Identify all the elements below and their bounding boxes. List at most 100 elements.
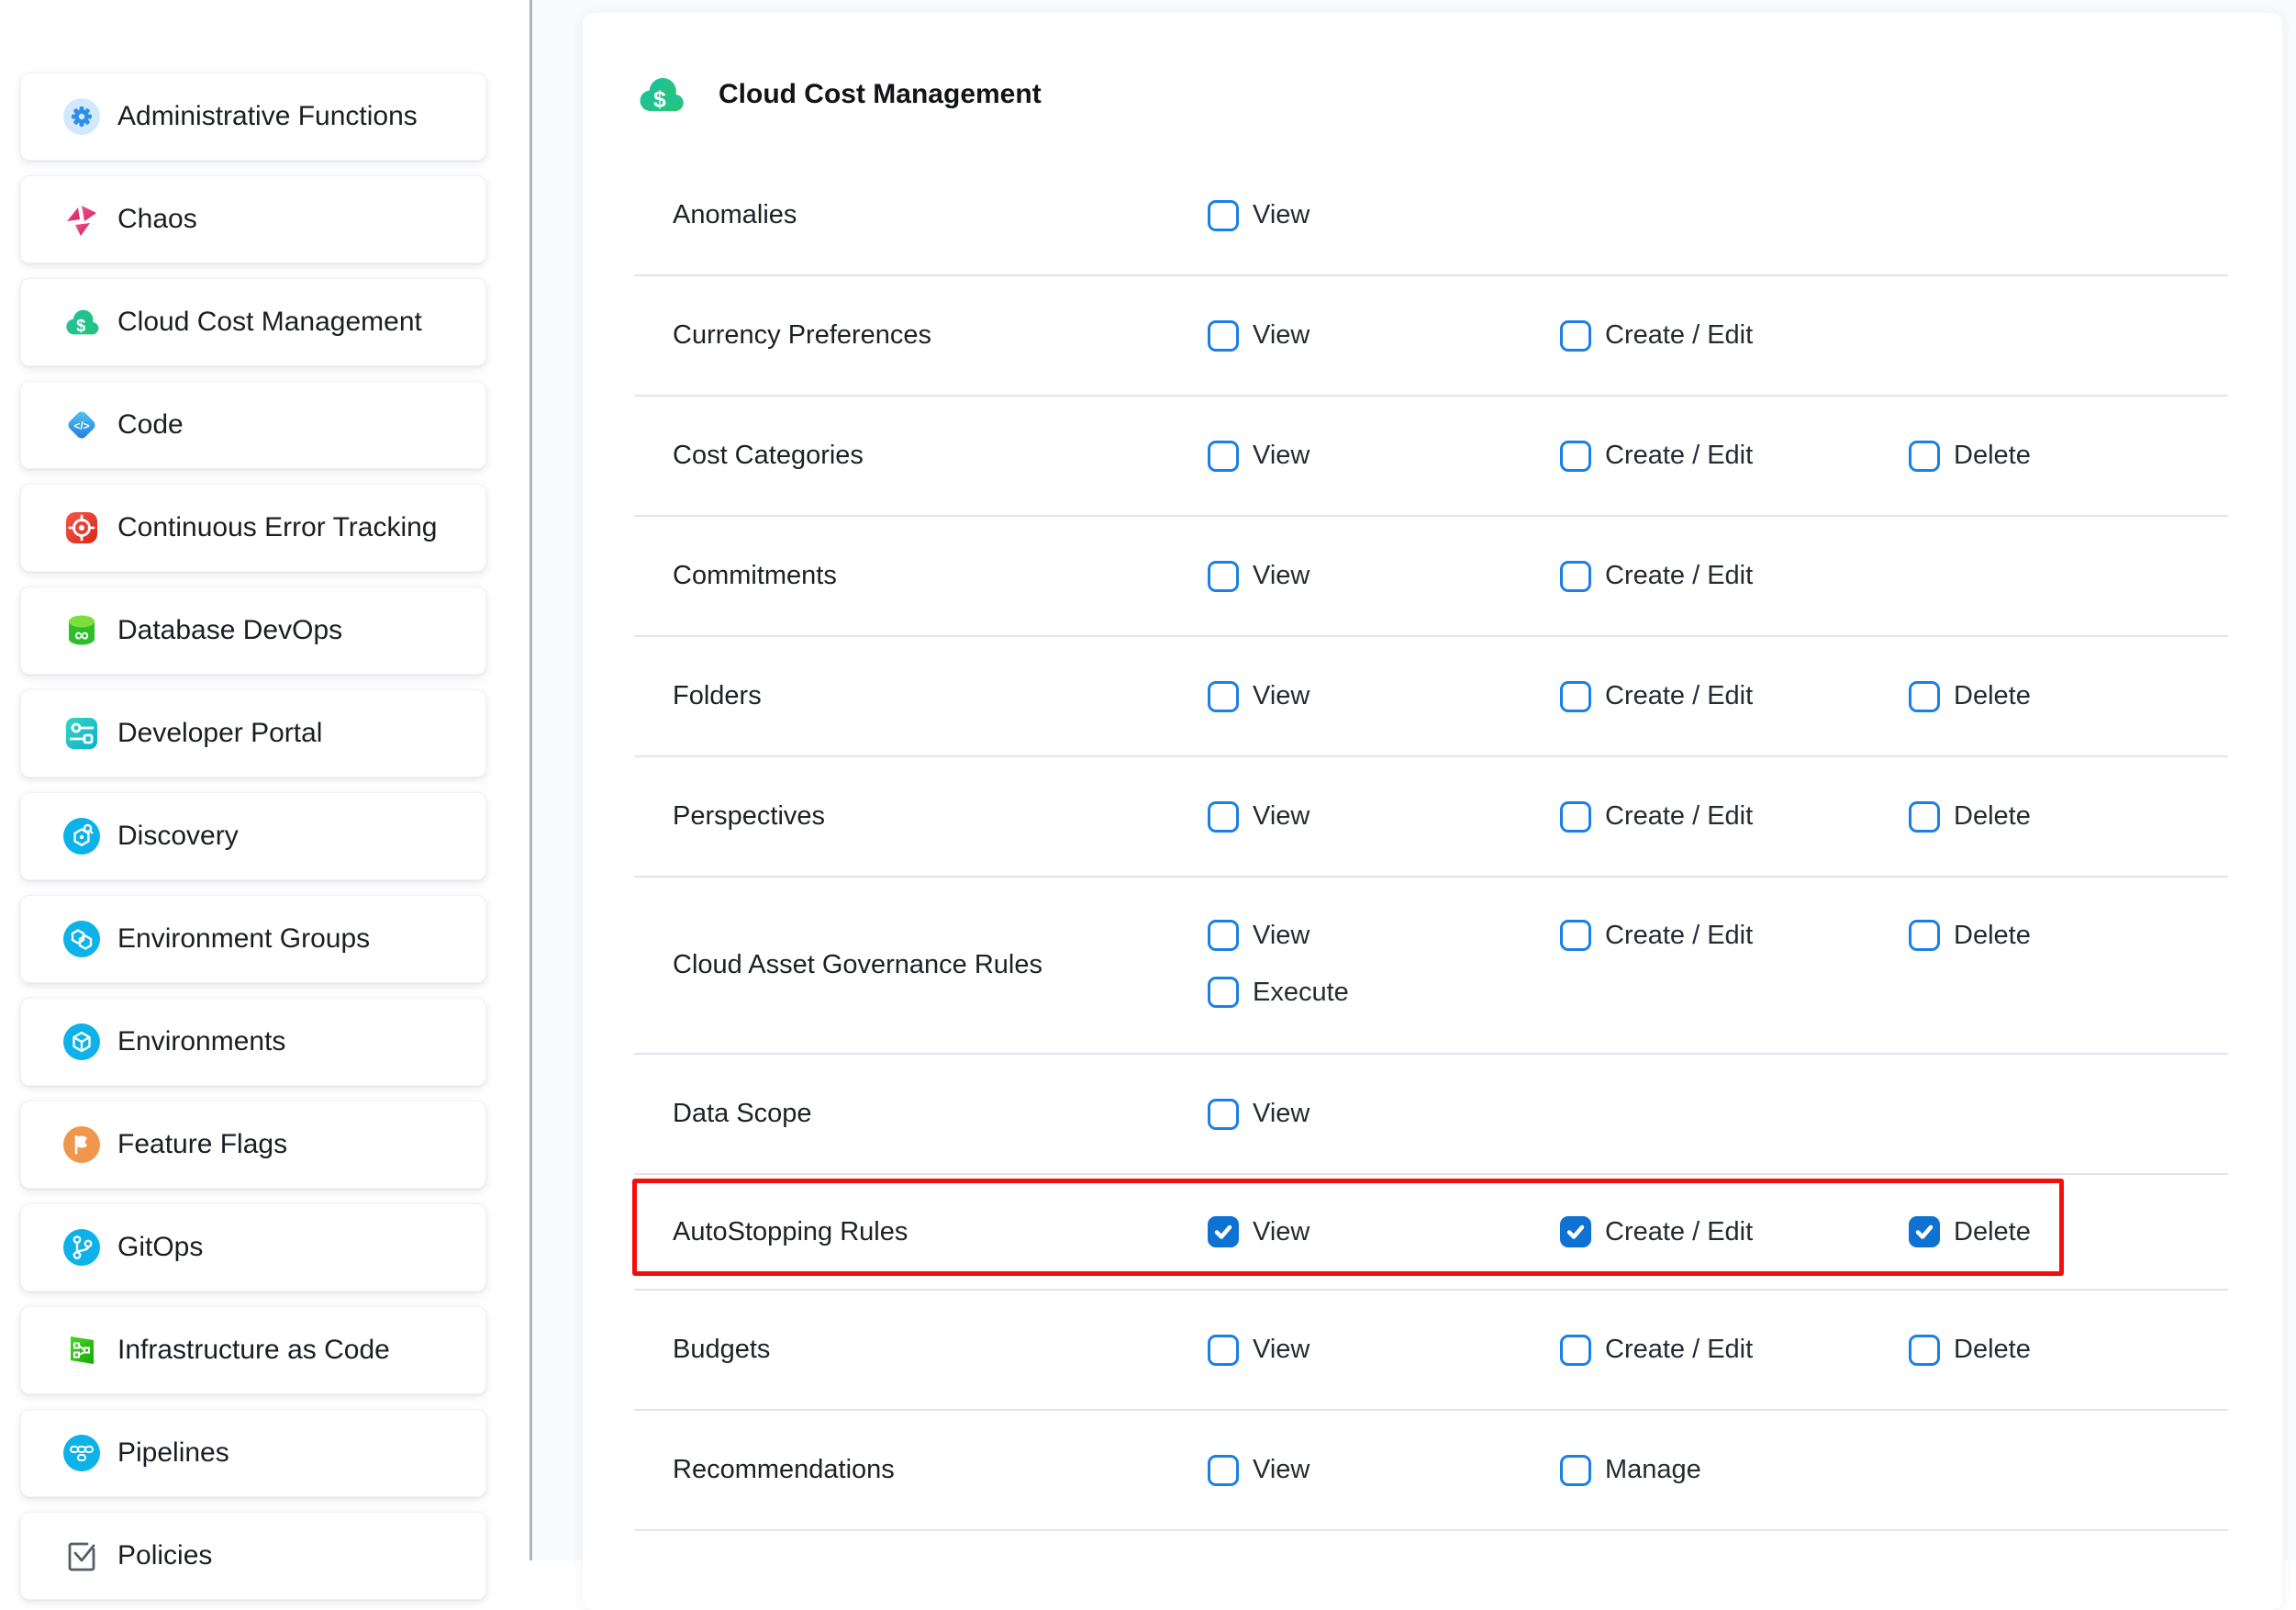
sidebar-item-environment-groups[interactable]: Environment Groups	[20, 895, 486, 983]
checkbox-perspectives-view[interactable]	[1208, 801, 1239, 833]
checkbox-commitments-view[interactable]	[1208, 561, 1239, 592]
permission-option: View	[1208, 681, 1310, 712]
hexagons-icon	[63, 921, 100, 957]
checkbox-label: Create / Edit	[1605, 801, 1753, 832]
sidebar-item-chaos[interactable]: Chaos	[20, 175, 486, 263]
checkbox-anomalies-view[interactable]	[1208, 200, 1239, 231]
sidebar-item-pipelines[interactable]: Pipelines	[20, 1409, 486, 1497]
permission-option: Delete	[1909, 801, 2031, 833]
permission-option: Create / Edit	[1560, 801, 1753, 833]
svg-text:$: $	[76, 316, 85, 335]
sidebar-item-discovery[interactable]: Discovery	[20, 792, 486, 880]
permission-row: AutoStopping RulesViewCreate / EditDelet…	[634, 1175, 2228, 1291]
checkbox-cloud-asset-governance-rules-create-edit[interactable]	[1560, 920, 1591, 951]
permission-name: Anomalies	[634, 200, 1208, 230]
checkbox-label: View	[1253, 320, 1310, 351]
checkbox-budgets-create-edit[interactable]	[1560, 1335, 1591, 1366]
permission-option: Manage	[1560, 1455, 1701, 1486]
permission-name: Cloud Asset Governance Rules	[634, 950, 1208, 980]
checkbox-folders-view[interactable]	[1208, 681, 1239, 712]
checkbox-cost-categories-delete[interactable]	[1909, 441, 1940, 472]
chain-links-icon	[63, 1435, 100, 1471]
checkbox-label: Create / Edit	[1605, 921, 1753, 951]
sidebar-item-policies[interactable]: Policies	[20, 1512, 486, 1600]
sidebar-item-database-devops[interactable]: ∞Database DevOps	[20, 587, 486, 675]
sidebar-item-developer-portal[interactable]: Developer Portal	[20, 689, 486, 777]
sidebar-item-feature-flags[interactable]: Feature Flags	[20, 1101, 486, 1189]
permission-option: Delete	[1909, 441, 2031, 472]
sidebar-item-cloud-cost-management[interactable]: $Cloud Cost Management	[20, 278, 486, 366]
sidebar-item-label: Developer Portal	[117, 718, 322, 749]
git-branch-icon	[63, 1229, 100, 1266]
gear-icon	[63, 98, 100, 135]
checkbox-label: View	[1253, 1335, 1310, 1365]
permission-name: Recommendations	[634, 1455, 1208, 1485]
checkbox-label: Delete	[1954, 1217, 2031, 1247]
chaos-pinwheel-icon	[63, 201, 100, 238]
sidebar-item-continuous-error-tracking[interactable]: Continuous Error Tracking	[20, 484, 486, 572]
checkbox-cost-categories-create-edit[interactable]	[1560, 441, 1591, 472]
main-header: $ Cloud Cost Management	[583, 13, 2282, 116]
checkbox-label: Create / Edit	[1605, 681, 1753, 711]
permission-option: View	[1208, 1335, 1310, 1366]
checkbox-autostopping-rules-view[interactable]	[1208, 1216, 1239, 1247]
checkbox-cloud-asset-governance-rules-execute[interactable]	[1208, 977, 1239, 1008]
sidebar-item-infrastructure-as-code[interactable]: Infrastructure as Code	[20, 1306, 486, 1394]
checkbox-budgets-delete[interactable]	[1909, 1335, 1940, 1366]
circuit-flag-icon	[63, 1332, 100, 1369]
sidebar-item-label: Pipelines	[117, 1437, 229, 1469]
sidebar-item-environments[interactable]: Environments	[20, 998, 486, 1086]
sidebar-item-gitops[interactable]: GitOps	[20, 1203, 486, 1291]
checkbox-cloud-asset-governance-rules-view[interactable]	[1208, 920, 1239, 951]
sidebar-item-label: Code	[117, 409, 184, 441]
permission-name: Commitments	[634, 561, 1208, 591]
checkbox-label: Create / Edit	[1605, 1217, 1753, 1247]
permission-row: Data ScopeView	[634, 1055, 2228, 1175]
sidebar-item-label: Policies	[117, 1540, 212, 1571]
checkbox-budgets-view[interactable]	[1208, 1335, 1239, 1366]
checkbox-label: Execute	[1253, 978, 1349, 1008]
checkbox-label: Delete	[1954, 681, 2031, 711]
checkbox-currency-preferences-view[interactable]	[1208, 320, 1239, 352]
checkbox-autostopping-rules-create-edit[interactable]	[1560, 1216, 1591, 1247]
checkbox-autostopping-rules-delete[interactable]	[1909, 1216, 1940, 1247]
sidebar-item-label: Environment Groups	[117, 923, 370, 955]
sidebar-item-label: Feature Flags	[117, 1129, 287, 1160]
cube-icon	[63, 1023, 100, 1060]
permission-option: View	[1208, 200, 1310, 231]
checkbox-data-scope-view[interactable]	[1208, 1099, 1239, 1130]
permission-rows: AnomaliesViewCurrency PreferencesViewCre…	[634, 156, 2228, 1531]
sidebar-item-label: GitOps	[117, 1232, 203, 1263]
checkbox-perspectives-create-edit[interactable]	[1560, 801, 1591, 833]
checkbox-cloud-asset-governance-rules-delete[interactable]	[1909, 920, 1940, 951]
permission-name: Data Scope	[634, 1099, 1208, 1129]
permission-option: Create / Edit	[1560, 681, 1753, 712]
checkbox-recommendations-view[interactable]	[1208, 1455, 1239, 1486]
permission-row: Cost CategoriesViewCreate / EditDelete	[634, 397, 2228, 517]
checkbox-folders-create-edit[interactable]	[1560, 681, 1591, 712]
permission-row: CommitmentsViewCreate / Edit	[634, 517, 2228, 637]
checkbox-label: View	[1253, 561, 1310, 591]
checkbox-label: View	[1253, 921, 1310, 951]
checkbox-perspectives-delete[interactable]	[1909, 801, 1940, 833]
checkbox-label: Delete	[1954, 801, 2031, 832]
svg-text:$: $	[653, 88, 666, 113]
checkbox-currency-preferences-create-edit[interactable]	[1560, 320, 1591, 352]
permission-option: Delete	[1909, 920, 2031, 951]
checkbox-recommendations-manage[interactable]	[1560, 1455, 1591, 1486]
sidebar-item-code[interactable]: </>Code	[20, 381, 486, 469]
permission-option: Create / Edit	[1560, 1335, 1753, 1366]
checkbox-commitments-create-edit[interactable]	[1560, 561, 1591, 592]
database-infinity-icon: ∞	[63, 612, 100, 649]
main-panel: $ Cloud Cost Management AnomaliesViewCur…	[583, 13, 2282, 1610]
page-title: Cloud Cost Management	[719, 79, 1042, 110]
permission-option: Create / Edit	[1560, 441, 1753, 472]
checkbox-cost-categories-view[interactable]	[1208, 441, 1239, 472]
checkbox-label: View	[1253, 1455, 1310, 1485]
sidebar-item-administrative-functions[interactable]: Administrative Functions	[20, 73, 486, 161]
checkbox-folders-delete[interactable]	[1909, 681, 1940, 712]
checkbox-label: Create / Edit	[1605, 441, 1753, 471]
sidebar-item-label: Continuous Error Tracking	[117, 512, 438, 543]
sidebar-item-label: Discovery	[117, 821, 239, 852]
permission-name: AutoStopping Rules	[634, 1217, 1208, 1247]
